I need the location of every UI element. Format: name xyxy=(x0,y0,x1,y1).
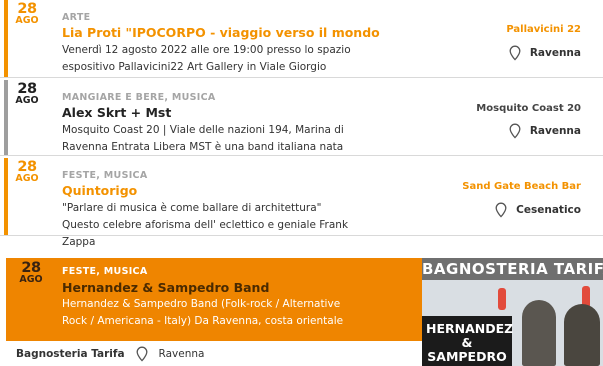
location-pin-icon xyxy=(509,123,521,139)
poster-band-line: SAMPEDRO xyxy=(427,349,507,364)
event-footer: Bagnosteria Tarifa Ravenna xyxy=(16,346,204,362)
location-pin-icon xyxy=(495,202,507,218)
event-card[interactable]: 28 AGO MANGIARE E BERE, MUSICA Alex Skrt… xyxy=(0,80,603,156)
event-category: FESTE, MUSICA xyxy=(62,266,148,277)
event-card[interactable]: 28 AGO ARTE Lia Proti "IPOCORPO - viaggi… xyxy=(0,0,603,78)
event-category: MANGIARE E BERE, MUSICA xyxy=(62,92,216,103)
event-poster-image[interactable]: BAGNOSTERIA TARIFA HERNANDEZ & SAMPEDRO xyxy=(422,258,603,366)
event-description: Venerdì 12 agosto 2022 alle ore 19:00 pr… xyxy=(62,44,351,73)
event-description: Mosquito Coast 20 | Viale delle nazioni … xyxy=(62,124,344,153)
poster-person xyxy=(564,304,600,366)
location-pin-icon xyxy=(509,45,521,61)
event-city: Ravenna xyxy=(158,348,205,360)
event-month: AGO xyxy=(15,173,39,184)
event-venue[interactable]: Bagnosteria Tarifa xyxy=(16,348,125,360)
event-city: Cesenatico xyxy=(516,204,581,216)
event-venue[interactable]: Mosquito Coast 20 xyxy=(476,103,581,114)
event-day: 28 xyxy=(17,81,37,97)
event-month: AGO xyxy=(15,95,39,106)
poster-band-line: HERNANDEZ & xyxy=(426,321,514,350)
event-date: 28 AGO xyxy=(10,82,44,106)
event-day: 28 xyxy=(17,1,37,17)
event-category: ARTE xyxy=(62,12,91,23)
event-venue[interactable]: Pallavicini 22 xyxy=(506,24,581,35)
event-description: Hernandez & Sampedro Band (Folk-rock / A… xyxy=(62,298,344,327)
event-venue[interactable]: Sand Gate Beach Bar xyxy=(462,181,581,192)
event-day: 28 xyxy=(21,260,41,276)
event-month: AGO xyxy=(15,15,39,26)
poster-brand: BAGNOSTERIA TARIFA xyxy=(422,258,603,280)
event-title[interactable]: Quintorigo xyxy=(62,183,137,198)
poster-person xyxy=(522,300,556,366)
location-pin-icon xyxy=(136,346,147,362)
event-description: "Parlare di musica è come ballare di arc… xyxy=(62,202,349,248)
accent-stripe xyxy=(4,80,8,155)
event-location: Ravenna xyxy=(508,123,581,139)
event-category: FESTE, MUSICA xyxy=(62,170,148,181)
poster-lamp xyxy=(498,288,506,310)
event-title[interactable]: Lia Proti "IPOCORPO - viaggio verso il m… xyxy=(62,25,380,40)
event-day: 28 xyxy=(17,159,37,175)
event-date: 28 AGO xyxy=(10,160,44,184)
poster-band-name: HERNANDEZ & SAMPEDRO xyxy=(422,316,514,366)
event-city: Ravenna xyxy=(529,125,581,137)
event-month: AGO xyxy=(19,274,43,285)
event-title[interactable]: Hernandez & Sampedro Band xyxy=(62,280,269,295)
event-card[interactable]: 28 AGO FESTE, MUSICA Quintorigo "Parlare… xyxy=(0,158,603,248)
accent-stripe xyxy=(4,158,8,235)
event-title[interactable]: Alex Skrt + Mst xyxy=(62,105,171,120)
event-city: Ravenna xyxy=(529,47,581,59)
event-location: Ravenna xyxy=(508,45,581,61)
event-location: Cesenatico xyxy=(494,202,581,218)
event-date: 28 AGO xyxy=(14,261,48,285)
accent-stripe xyxy=(4,0,8,77)
event-date: 28 AGO xyxy=(10,2,44,26)
